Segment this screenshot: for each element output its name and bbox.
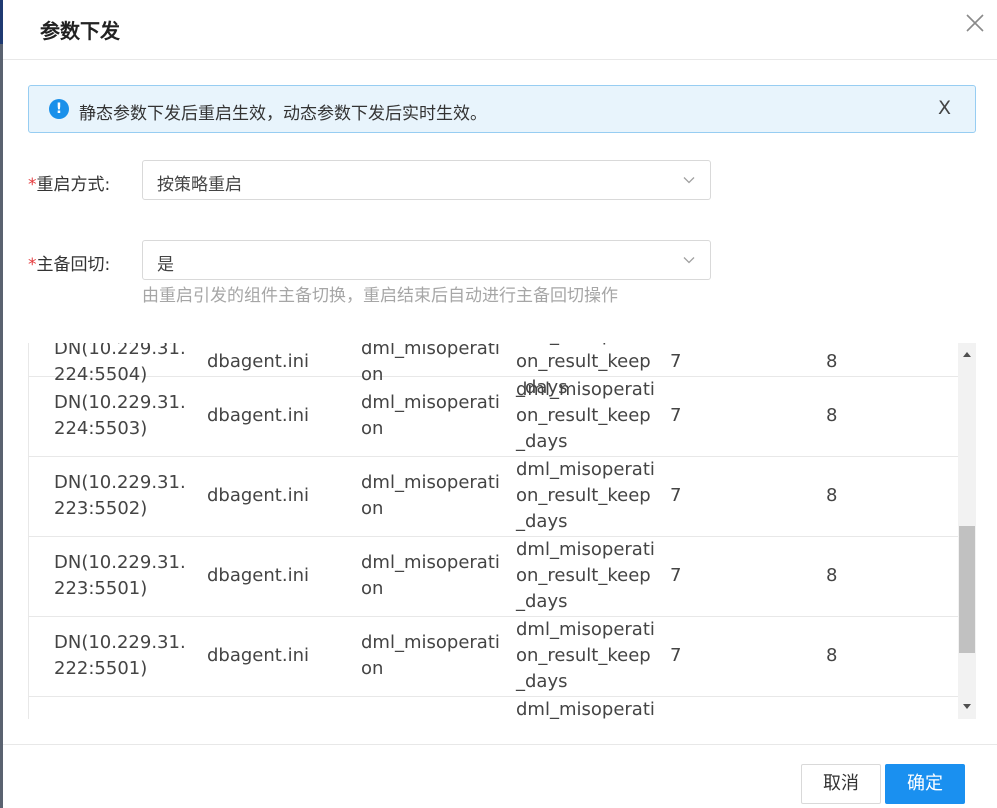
restart-mode-select[interactable]: 按策略重启 bbox=[142, 160, 711, 200]
param-cell: dml_misoperati on_result_keep _days bbox=[516, 619, 655, 692]
table-row: DN(10.229.31. 223:5502) dbagent.ini dml_… bbox=[28, 457, 958, 537]
current-value-cell: 7 bbox=[670, 351, 682, 372]
current-value-cell: 7 bbox=[670, 565, 682, 586]
scroll-up-arrow-icon[interactable] bbox=[958, 347, 976, 361]
file-cell: dbagent.ini bbox=[207, 565, 309, 586]
restart-mode-value: 按策略重启 bbox=[157, 175, 242, 195]
file-cell: dbagent.ini bbox=[207, 351, 309, 372]
param-prefix-cell: dml_misoperati on bbox=[361, 632, 500, 679]
confirm-button[interactable]: 确定 bbox=[885, 764, 965, 804]
param-prefix-cell: dml_misoperati on bbox=[361, 392, 500, 439]
dialog-title: 参数下发 bbox=[40, 19, 120, 43]
chevron-down-icon bbox=[683, 177, 695, 184]
target-value-cell: 8 bbox=[826, 565, 838, 586]
info-icon: ! bbox=[49, 99, 69, 119]
scroll-down-arrow-icon[interactable] bbox=[958, 700, 976, 714]
table-row: DN(10.229.31. 223:5501) dbagent.ini dml_… bbox=[28, 537, 958, 617]
param-cell: dml_misoperati on_result_keep _days bbox=[516, 459, 655, 532]
scroll-thumb[interactable] bbox=[959, 526, 975, 653]
footer-divider bbox=[3, 744, 997, 745]
param-prefix-cell: dml_misoperati on bbox=[361, 472, 500, 519]
required-mark: * bbox=[28, 175, 37, 195]
table-body: DN(10.229.31. 224:5504) dbagent.ini dml_… bbox=[28, 343, 958, 719]
target-value-cell: 8 bbox=[826, 351, 838, 372]
node-cell: DN(10.229.31. 224:5503) bbox=[54, 392, 186, 439]
cancel-button[interactable]: 取消 bbox=[801, 764, 881, 804]
required-mark: * bbox=[28, 255, 37, 275]
target-value-cell: 8 bbox=[826, 485, 838, 506]
switchback-label: *主备回切: bbox=[28, 250, 110, 275]
target-value-cell: 8 bbox=[826, 405, 838, 426]
switchback-value: 是 bbox=[157, 255, 174, 275]
param-cell: dml_misoperati on_result_keep _days bbox=[516, 379, 655, 452]
table-scrollbar[interactable] bbox=[958, 343, 976, 719]
param-prefix-cell: dml_misoperati on bbox=[361, 552, 500, 599]
alert-message: 静态参数下发后重启生效，动态参数下发后实时生效。 bbox=[79, 104, 487, 124]
table-row: DN(10.229.31. 224:5503) dbagent.ini dml_… bbox=[28, 377, 958, 457]
node-cell: DN(10.229.31. 223:5501) bbox=[54, 552, 186, 599]
target-value-cell: 8 bbox=[826, 645, 838, 666]
header-divider bbox=[3, 59, 997, 60]
file-cell: dbagent.ini bbox=[207, 405, 309, 426]
file-cell: dbagent.ini bbox=[207, 485, 309, 506]
background-edge bbox=[0, 0, 3, 808]
file-cell: dbagent.ini bbox=[207, 645, 309, 666]
close-icon[interactable] bbox=[962, 10, 988, 36]
restart-mode-label: *重启方式: bbox=[28, 170, 110, 195]
node-cell: DN(10.229.31. 222:5501) bbox=[54, 632, 186, 679]
parameter-table: DN(10.229.31. 224:5504) dbagent.ini dml_… bbox=[28, 343, 976, 719]
table-row: dml_misoperati bbox=[28, 697, 958, 719]
current-value-cell: 7 bbox=[670, 645, 682, 666]
parameter-dispatch-dialog: 参数下发 ! 静态参数下发后重启生效，动态参数下发后实时生效。 X *重启方式:… bbox=[0, 0, 997, 808]
info-alert: ! 静态参数下发后重启生效，动态参数下发后实时生效。 X bbox=[28, 85, 976, 133]
node-cell: DN(10.229.31. 223:5502) bbox=[54, 472, 186, 519]
table-row: DN(10.229.31. 224:5504) dbagent.ini dml_… bbox=[28, 343, 958, 398]
current-value-cell: 7 bbox=[670, 405, 682, 426]
table-row: DN(10.229.31. 222:5501) dbagent.ini dml_… bbox=[28, 617, 958, 697]
switchback-select[interactable]: 是 bbox=[142, 240, 711, 280]
param-cell: dml_misoperati on_result_keep _days bbox=[516, 539, 655, 612]
chevron-down-icon bbox=[683, 257, 695, 264]
background-edge-top bbox=[0, 0, 3, 44]
param-cell: dml_misoperati bbox=[516, 699, 655, 719]
switchback-hint: 由重启引发的组件主备切换，重启结束后自动进行主备回切操作 bbox=[142, 286, 618, 306]
switchback-label-text: 主备回切: bbox=[36, 255, 111, 275]
current-value-cell: 7 bbox=[670, 485, 682, 506]
restart-mode-label-text: 重启方式: bbox=[36, 175, 111, 195]
alert-close-button[interactable]: X bbox=[938, 97, 951, 119]
